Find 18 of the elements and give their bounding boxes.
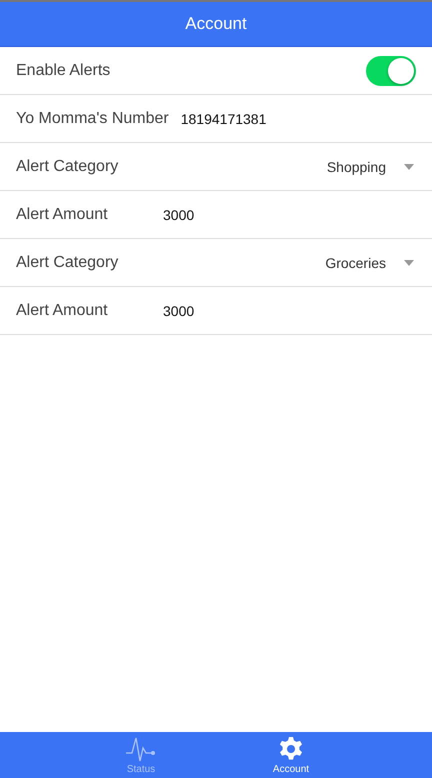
row-label: Yo Momma's Number	[16, 110, 169, 128]
caret-icon	[404, 164, 414, 170]
input-field[interactable]: 18194171381	[178, 110, 416, 126]
input-field[interactable]: 3000	[161, 302, 416, 318]
gear-icon	[278, 736, 304, 762]
tab[interactable]: Account	[216, 732, 366, 778]
select-dropdown[interactable]: Shopping	[326, 158, 416, 174]
row-label: Alert Amount	[16, 206, 109, 224]
input-field[interactable]: 3000	[161, 206, 416, 222]
pulse-icon	[126, 736, 156, 762]
row-label: Alert Category	[16, 158, 120, 176]
caret-icon	[404, 260, 414, 266]
header-title: Account	[185, 14, 247, 34]
select-dropdown[interactable]: Groceries	[325, 254, 416, 270]
row-label: Alert Amount	[16, 302, 109, 320]
row-label: Alert Category	[16, 254, 120, 272]
row-label: Enable Alerts	[16, 62, 112, 80]
toggle-switch[interactable]	[366, 56, 416, 86]
